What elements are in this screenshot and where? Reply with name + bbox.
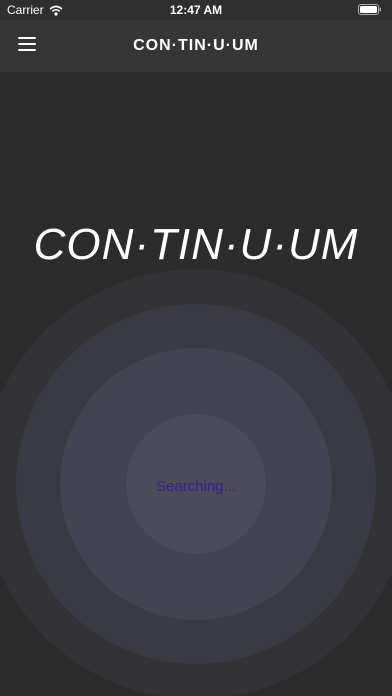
clock: 12:47 AM — [169, 3, 223, 17]
logo-wordmark: CON·TIN·U·UM — [33, 220, 359, 269]
status-bar: Carrier 12:47 AM — [0, 0, 392, 20]
navigation-bar: CON·TIN·U·UM — [0, 20, 392, 72]
battery-icon — [358, 4, 382, 15]
searching-status-text: Searching... — [155, 478, 237, 495]
nav-title: CON·TIN·U·UM — [133, 37, 259, 54]
main-content: CON·TIN·U·UM Searching... — [0, 72, 392, 696]
